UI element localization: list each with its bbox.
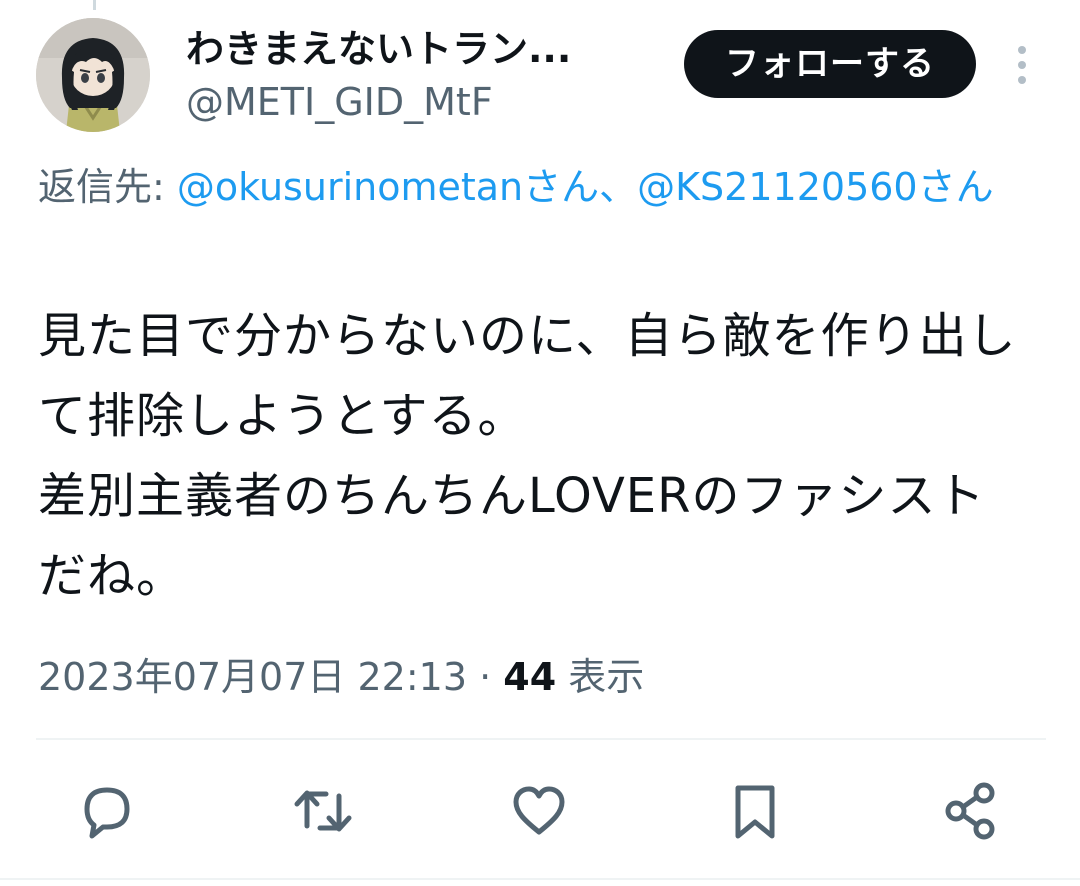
like-icon [513, 786, 565, 835]
reply-context: 返信先: @okusurinometanさん、@KS21120560さん [38, 162, 1038, 212]
bottom-divider [0, 878, 1080, 880]
retweet-button[interactable] [288, 776, 358, 846]
more-dot [1018, 61, 1026, 69]
views-label: 表示 [556, 655, 645, 699]
divider [36, 738, 1046, 740]
bookmark-icon [735, 785, 775, 839]
bookmark-button[interactable] [720, 776, 790, 846]
more-dot [1018, 46, 1026, 54]
avatar-figure-image [36, 18, 150, 132]
avatar[interactable] [36, 18, 150, 132]
display-name[interactable]: わきまえないトラン... [186, 24, 571, 74]
thread-connector-line [93, 0, 96, 10]
meta-separator: · [467, 655, 504, 699]
more-dot [1018, 76, 1026, 84]
views-count: 44 [503, 655, 557, 699]
mention-link-1[interactable]: @okusurinometanさん [177, 165, 599, 209]
like-button[interactable] [504, 776, 574, 846]
share-button[interactable] [936, 776, 1006, 846]
reply-icon [84, 787, 130, 839]
reply-prefix: 返信先: [38, 165, 177, 209]
share-icon [945, 782, 995, 840]
mention-separator: 、 [599, 165, 638, 209]
mention-link-2[interactable]: @KS21120560さん [637, 165, 993, 209]
tweet-meta: 2023年07月07日 22:13 · 44 表示 [38, 650, 644, 704]
more-options-icon[interactable] [1004, 40, 1040, 88]
retweet-icon [294, 790, 352, 832]
tweet-text: 見た目で分からないのに、自ら敵を作り出して排除しようとする。 差別主義者のちんち… [38, 308, 1017, 604]
reply-button[interactable] [72, 776, 142, 846]
follow-button[interactable]: フォローする [684, 30, 976, 98]
user-handle[interactable]: @METI_GID_MtF [186, 78, 493, 126]
timestamp[interactable]: 2023年07月07日 22:13 [38, 655, 467, 699]
